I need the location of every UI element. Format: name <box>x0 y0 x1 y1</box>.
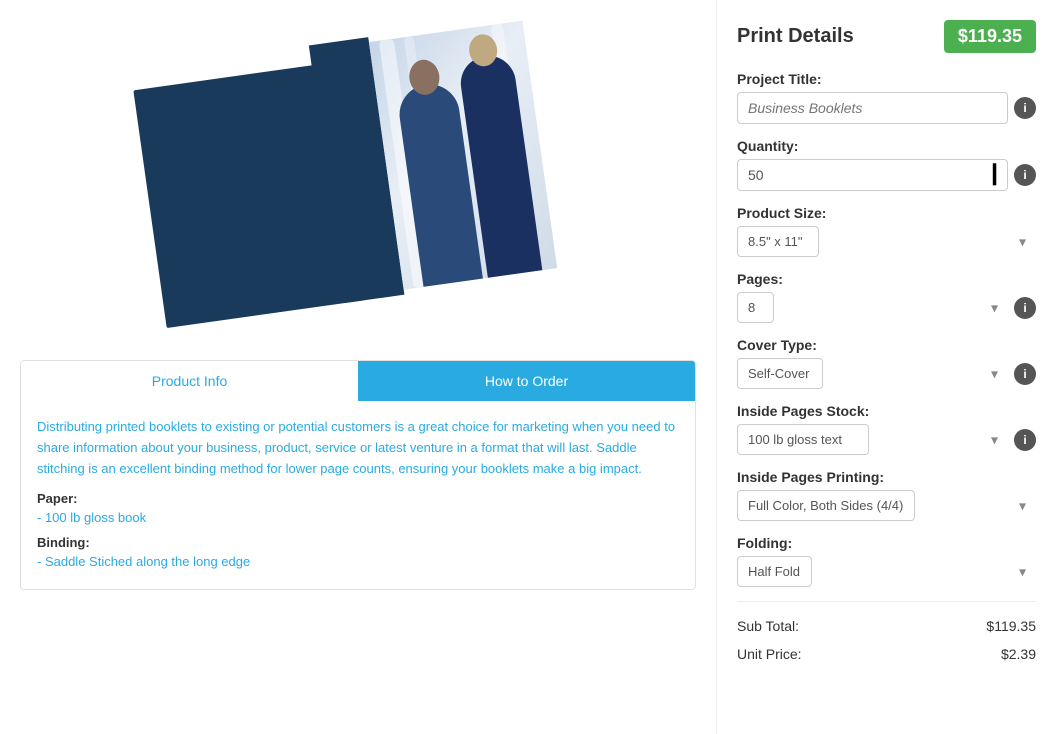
project-title-info-icon[interactable]: i <box>1014 97 1036 119</box>
product-size-select-wrapper: 8.5" x 11" 5.5" x 8.5" 6" x 9" <box>737 226 1036 257</box>
inside-pages-stock-label: Inside Pages Stock: <box>737 403 1036 419</box>
inside-pages-stock-group: Inside Pages Stock: 100 lb gloss text 60… <box>737 403 1036 455</box>
sub-total-row: Sub Total: $119.35 <box>737 612 1036 640</box>
paper-label: Paper: <box>37 491 679 506</box>
project-title-input[interactable] <box>737 92 1008 124</box>
left-panel: IMPROVE YOUR BUSINESS WE PROVIDE BEST SE… <box>0 0 716 734</box>
quantity-input-wrapper: ┃ i <box>737 159 1036 191</box>
project-title-input-wrapper: i <box>737 92 1036 124</box>
folding-select[interactable]: Half Fold No Fold <box>737 556 812 587</box>
project-title-group: Project Title: i <box>737 71 1036 124</box>
folding-label: Folding: <box>737 535 1036 551</box>
paper-value: - 100 lb gloss book <box>37 510 679 525</box>
binding-label: Binding: <box>37 535 679 550</box>
pages-label: Pages: <box>737 271 1036 287</box>
folding-select-wrapper: Half Fold No Fold <box>737 556 1036 587</box>
quantity-group: Quantity: ┃ i <box>737 138 1036 191</box>
project-title-label: Project Title: <box>737 71 1036 87</box>
tab-content-product-info: Distributing printed booklets to existin… <box>21 401 695 589</box>
booklet-image: IMPROVE YOUR BUSINESS WE PROVIDE BEST SE… <box>131 12 586 348</box>
unit-price-row: Unit Price: $2.39 <box>737 640 1036 668</box>
inside-pages-printing-select-wrapper: Full Color, Both Sides (4/4) Black & Whi… <box>737 490 1036 521</box>
quantity-info-icon[interactable]: i <box>1014 164 1036 186</box>
price-badge: $119.35 <box>944 20 1036 53</box>
quantity-label: Quantity: <box>737 138 1036 154</box>
print-details-header: Print Details $119.35 <box>737 20 1036 53</box>
cover-type-select-wrapper: Self-Cover Plus Cover <box>737 358 1008 389</box>
cover-type-select[interactable]: Self-Cover Plus Cover <box>737 358 823 389</box>
product-image-area: IMPROVE YOUR BUSINESS WE PROVIDE BEST SE… <box>20 20 696 350</box>
sub-total-label: Sub Total: <box>737 618 799 634</box>
cover-type-label: Cover Type: <box>737 337 1036 353</box>
cover-type-info-icon[interactable]: i <box>1014 363 1036 385</box>
inside-pages-printing-label: Inside Pages Printing: <box>737 469 1036 485</box>
inside-pages-printing-input-wrapper: Full Color, Both Sides (4/4) Black & Whi… <box>737 490 1036 521</box>
inside-pages-stock-select-wrapper: 100 lb gloss text 60 lb uncoated text <box>737 424 1008 455</box>
tabs-header: Product Info How to Order <box>21 361 695 401</box>
pages-info-icon[interactable]: i <box>1014 297 1036 319</box>
pages-select[interactable]: 8 12 16 20 24 <box>737 292 774 323</box>
product-size-input-wrapper: 8.5" x 11" 5.5" x 8.5" 6" x 9" <box>737 226 1036 257</box>
pages-input-wrapper: 8 12 16 20 24 i <box>737 292 1036 323</box>
inside-pages-printing-select[interactable]: Full Color, Both Sides (4/4) Black & Whi… <box>737 490 915 521</box>
inside-pages-stock-info-icon[interactable]: i <box>1014 429 1036 451</box>
unit-price-label: Unit Price: <box>737 646 802 662</box>
binding-value: - Saddle Stiched along the long edge <box>37 554 679 569</box>
product-description: Distributing printed booklets to existin… <box>37 417 679 479</box>
product-size-group: Product Size: 8.5" x 11" 5.5" x 8.5" 6" … <box>737 205 1036 257</box>
product-size-select[interactable]: 8.5" x 11" 5.5" x 8.5" 6" x 9" <box>737 226 819 257</box>
folding-input-wrapper: Half Fold No Fold <box>737 556 1036 587</box>
right-panel: Print Details $119.35 Project Title: i Q… <box>716 0 1056 734</box>
pages-select-wrapper: 8 12 16 20 24 <box>737 292 1008 323</box>
tabs-section: Product Info How to Order Distributing p… <box>20 360 696 590</box>
pages-group: Pages: 8 12 16 20 24 i <box>737 271 1036 323</box>
product-size-label: Product Size: <box>737 205 1036 221</box>
folding-group: Folding: Half Fold No Fold <box>737 535 1036 587</box>
inside-pages-stock-input-wrapper: 100 lb gloss text 60 lb uncoated text i <box>737 424 1036 455</box>
unit-price-value: $2.39 <box>1001 646 1036 662</box>
tab-product-info[interactable]: Product Info <box>21 361 358 401</box>
quantity-input[interactable] <box>737 159 1008 191</box>
sub-total-value: $119.35 <box>986 618 1036 634</box>
cover-type-input-wrapper: Self-Cover Plus Cover i <box>737 358 1036 389</box>
summary-section: Sub Total: $119.35 Unit Price: $2.39 <box>737 601 1036 668</box>
print-details-title: Print Details <box>737 25 854 48</box>
inside-pages-stock-select[interactable]: 100 lb gloss text 60 lb uncoated text <box>737 424 869 455</box>
inside-pages-printing-group: Inside Pages Printing: Full Color, Both … <box>737 469 1036 521</box>
tab-how-to-order[interactable]: How to Order <box>358 361 695 401</box>
cover-type-group: Cover Type: Self-Cover Plus Cover i <box>737 337 1036 389</box>
